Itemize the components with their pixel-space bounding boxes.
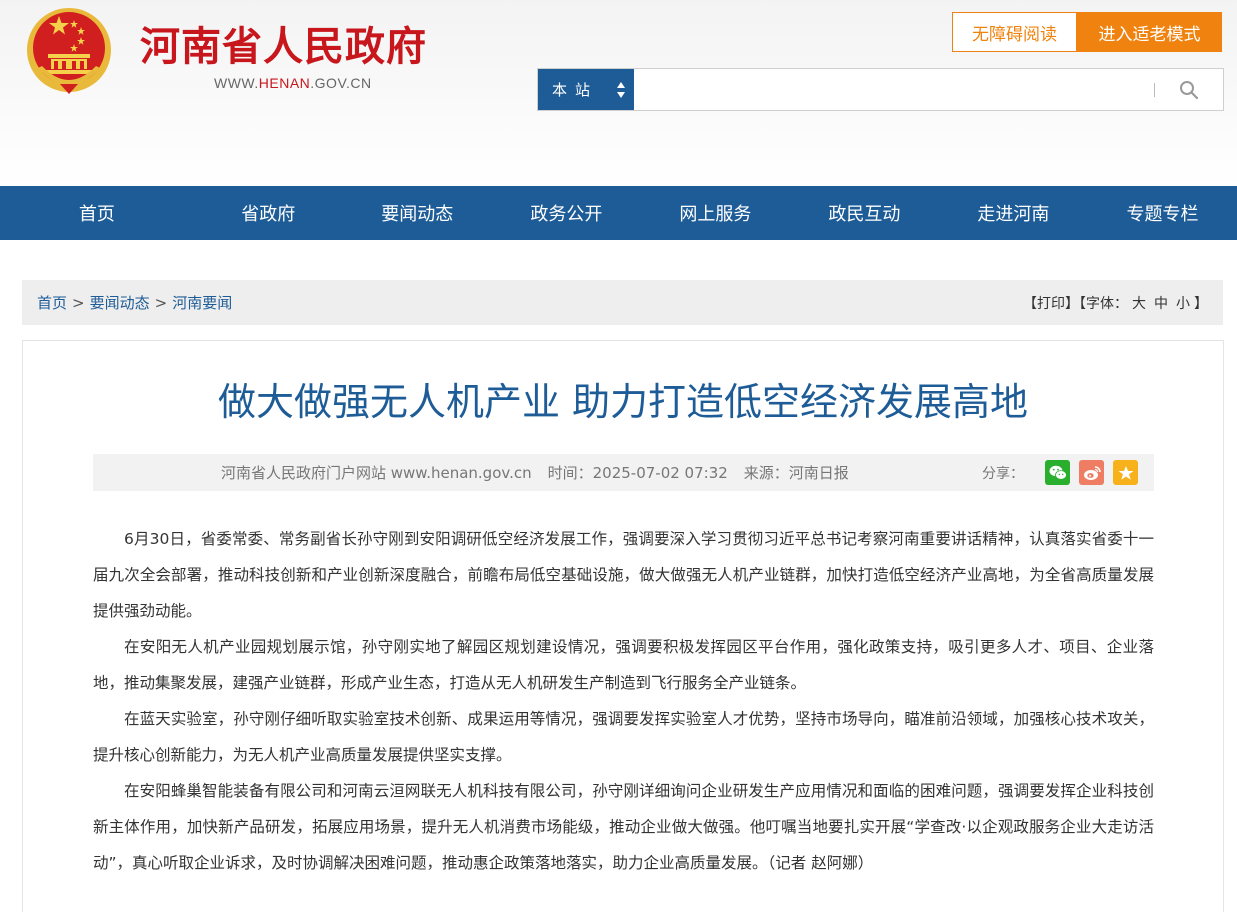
weibo-icon[interactable] — [1079, 460, 1104, 485]
nav-item-about-henan[interactable]: 走进河南 — [939, 186, 1088, 240]
search-icon — [1180, 80, 1199, 99]
search-scope-select[interactable]: 本站 — [538, 69, 634, 110]
national-emblem-icon[interactable] — [24, 6, 114, 98]
article-paragraph: 在蓝天实验室，孙守刚仔细听取实验室技术创新、成果运用等情况，强调要发挥实验室人才… — [93, 710, 1154, 764]
font-size-large[interactable]: 大 — [1132, 293, 1146, 313]
breadcrumb-news[interactable]: 要闻动态 — [90, 292, 150, 313]
breadcrumb-separator: > — [72, 293, 85, 312]
accessible-reading-button[interactable]: 无障碍阅读 — [952, 12, 1077, 52]
print-button[interactable]: 打印 — [1037, 293, 1065, 313]
nav-item-online-services[interactable]: 网上服务 — [641, 186, 790, 240]
font-size-label: 字体： — [1086, 295, 1128, 312]
site-url-highlight: HENAN — [258, 75, 311, 91]
breadcrumb: 首页 > 要闻动态 > 河南要闻 — [37, 292, 232, 313]
accessibility-buttons: 无障碍阅读 进入适老模式 — [952, 12, 1222, 52]
nav-item-government-affairs[interactable]: 政务公开 — [492, 186, 641, 240]
search-scope-label: 本站 — [552, 81, 599, 99]
search-bar: 本站 — [537, 68, 1224, 111]
article-paragraph: 在安阳无人机产业园规划展示馆，孙守刚实地了解园区规划建设情况，强调要积极发挥园区… — [93, 638, 1154, 692]
search-button[interactable] — [1155, 69, 1223, 110]
article-paragraph: 在安阳蜂巢智能装备有限公司和河南云洹网联无人机科技有限公司，孙守刚详细询问企业研… — [93, 782, 1154, 872]
article-paragraph: 6月30日，省委常委、常务副省长孙守刚到安阳调研低空经济发展工作，强调要深入学习… — [93, 530, 1154, 620]
bracket: 】【 — [1065, 295, 1086, 312]
wechat-icon[interactable] — [1045, 460, 1070, 485]
sort-arrows-icon — [617, 82, 625, 98]
favorite-icon[interactable] — [1113, 460, 1138, 485]
breadcrumb-home[interactable]: 首页 — [37, 292, 67, 313]
share-label: 分享： — [982, 465, 1024, 482]
nav-item-news[interactable]: 要闻动态 — [343, 186, 492, 240]
site-name[interactable]: 河南省人民政府 — [140, 14, 427, 72]
article-time: 时间：2025-07-02 07:32 — [547, 464, 728, 482]
breadcrumb-bar: 首页 > 要闻动态 > 河南要闻 【打印 】【 字体： 大 中 小】 — [22, 280, 1223, 325]
bracket: 【 — [1023, 295, 1037, 312]
article-title: 做大做强无人机产业 助力打造低空经济发展高地 — [217, 380, 1029, 424]
article-site: 河南省人民政府门户网站 www.henan.gov.cn — [221, 464, 532, 482]
article-source: 来源：河南日报 — [743, 464, 849, 482]
bracket: 】 — [1194, 295, 1208, 312]
site-url: WWW.HENAN.GOV.CN — [214, 75, 372, 91]
nav-item-provincial-government[interactable]: 省政府 — [194, 186, 343, 240]
nav-item-interaction[interactable]: 政民互动 — [790, 186, 939, 240]
breadcrumb-henan-news[interactable]: 河南要闻 — [172, 292, 232, 313]
font-size-small[interactable]: 小 — [1176, 293, 1190, 313]
breadcrumb-separator: > — [154, 293, 168, 312]
article-panel: 做大做强无人机产业 助力打造低空经济发展高地 河南省人民政府门户网站 www.h… — [22, 340, 1224, 912]
main-nav: 首页 省政府 要闻动态 政务公开 网上服务 政民互动 走进河南 专题专栏 — [0, 186, 1237, 240]
page-tools: 【打印 】【 字体： 大 中 小】 — [1023, 293, 1208, 313]
share-bar: 分享： — [982, 460, 1138, 485]
search-input[interactable] — [634, 69, 1154, 110]
article-body: 6月30日，省委常委、常务副省长孙守刚到安阳调研低空经济发展工作，强调要深入学习… — [93, 521, 1154, 881]
font-size-medium[interactable]: 中 — [1154, 293, 1168, 313]
site-header: 河南省人民政府 WWW.HENAN.GOV.CN 无障碍阅读 进入适老模式 本站 — [0, 0, 1237, 186]
site-url-suffix: .GOV.CN — [310, 75, 372, 91]
nav-item-home[interactable]: 首页 — [0, 186, 194, 240]
site-url-prefix: WWW. — [214, 75, 259, 91]
article-meta: 河南省人民政府门户网站 www.henan.gov.cn 时间：2025-07-… — [93, 454, 1154, 491]
nav-item-special-topics[interactable]: 专题专栏 — [1088, 186, 1237, 240]
elder-mode-button[interactable]: 进入适老模式 — [1077, 12, 1222, 52]
